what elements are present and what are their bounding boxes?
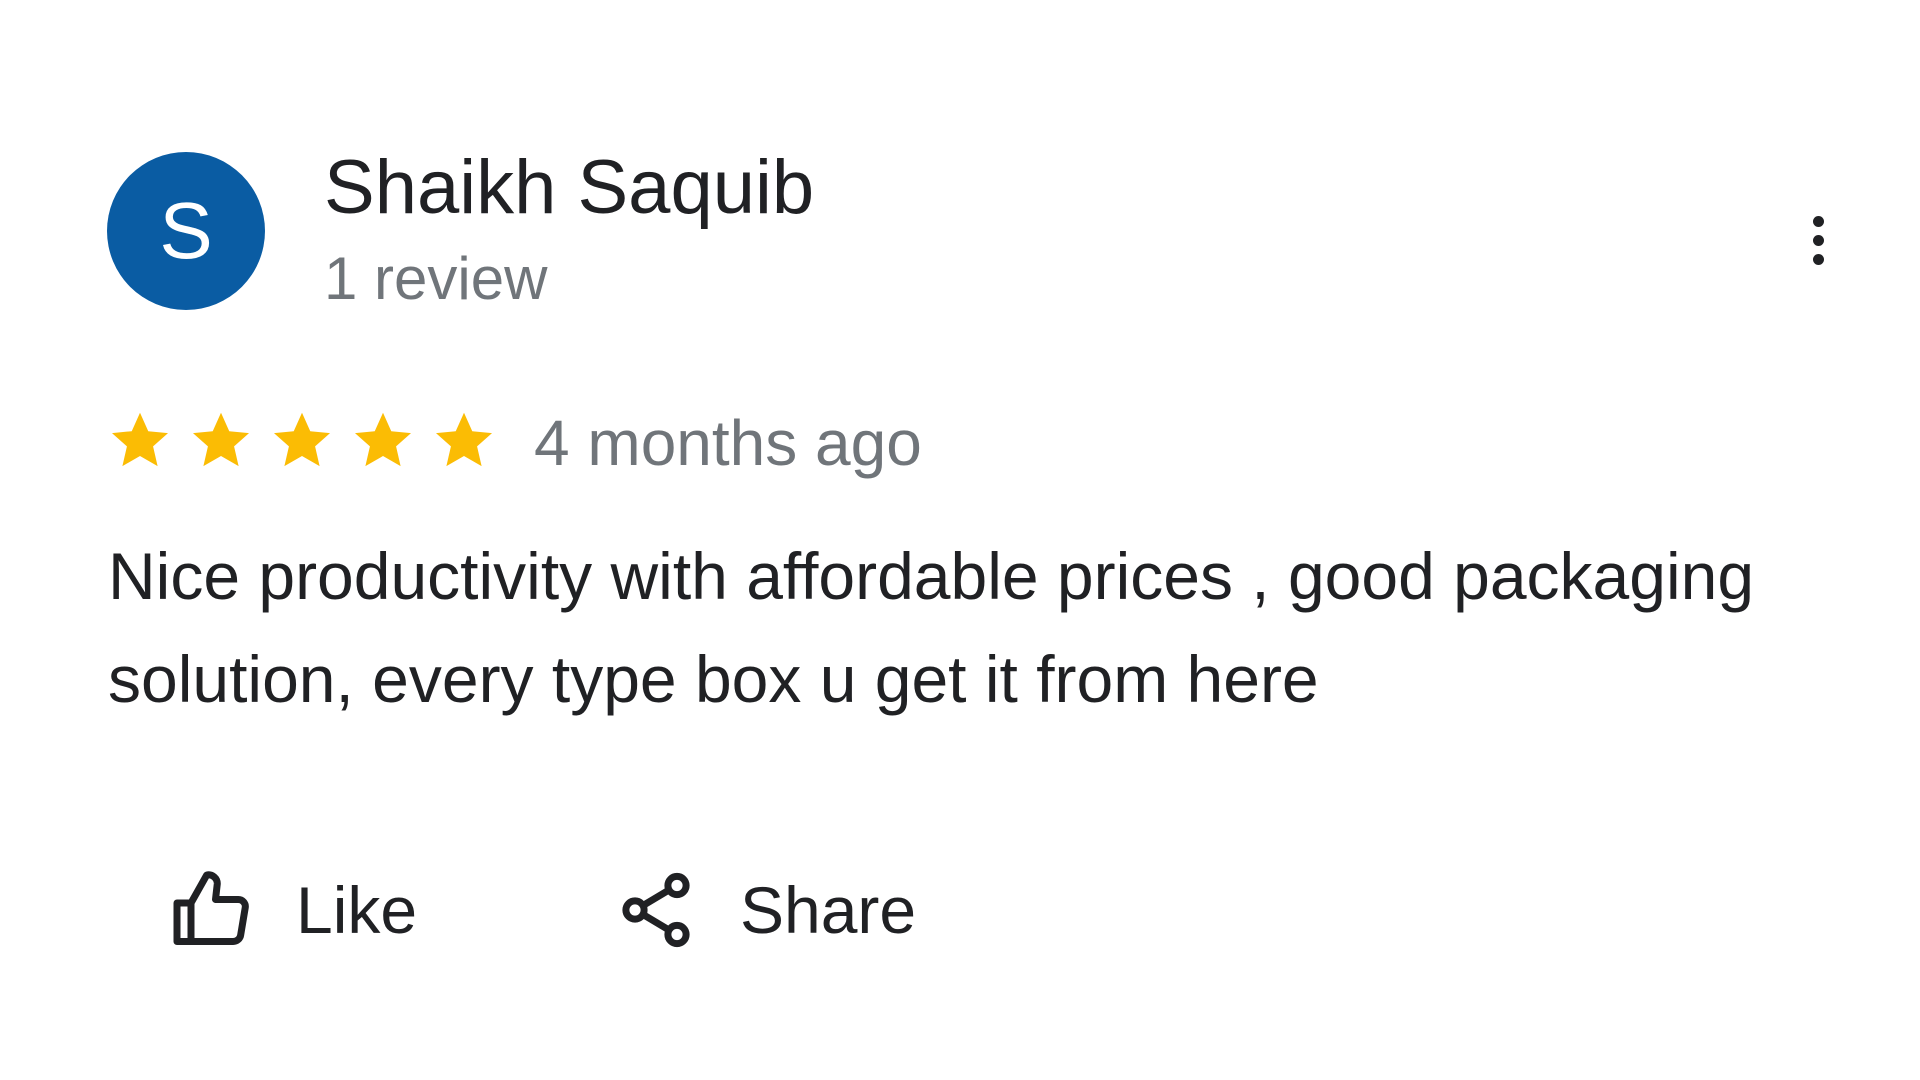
star-icon xyxy=(189,408,253,472)
star-icon xyxy=(270,408,334,472)
author-review-count[interactable]: 1 review xyxy=(324,246,547,312)
more-options-button[interactable] xyxy=(1790,200,1846,280)
share-label: Share xyxy=(740,873,917,947)
author-name[interactable]: Shaikh Saquib xyxy=(324,146,814,230)
more-vertical-icon-dot xyxy=(1812,234,1824,246)
avatar-initial: S xyxy=(159,186,213,275)
share-button[interactable]: Share xyxy=(614,860,916,960)
like-button[interactable]: Like xyxy=(170,860,417,960)
star-icon xyxy=(432,408,496,472)
star-icon xyxy=(108,408,172,472)
avatar[interactable]: S xyxy=(107,152,265,310)
more-vertical-icon-dot xyxy=(1812,253,1824,265)
review-card: S Shaikh Saquib 1 review 4 months ago Ni… xyxy=(0,0,1920,1080)
star-icon xyxy=(351,408,415,472)
review-text: Nice productivity with affordable prices… xyxy=(108,539,1755,716)
review-time: 4 months ago xyxy=(534,407,922,479)
like-label: Like xyxy=(296,873,418,947)
share-icon xyxy=(614,868,698,952)
thumbs-up-icon xyxy=(170,868,254,952)
star-rating xyxy=(108,408,496,472)
more-vertical-icon xyxy=(1812,215,1824,227)
